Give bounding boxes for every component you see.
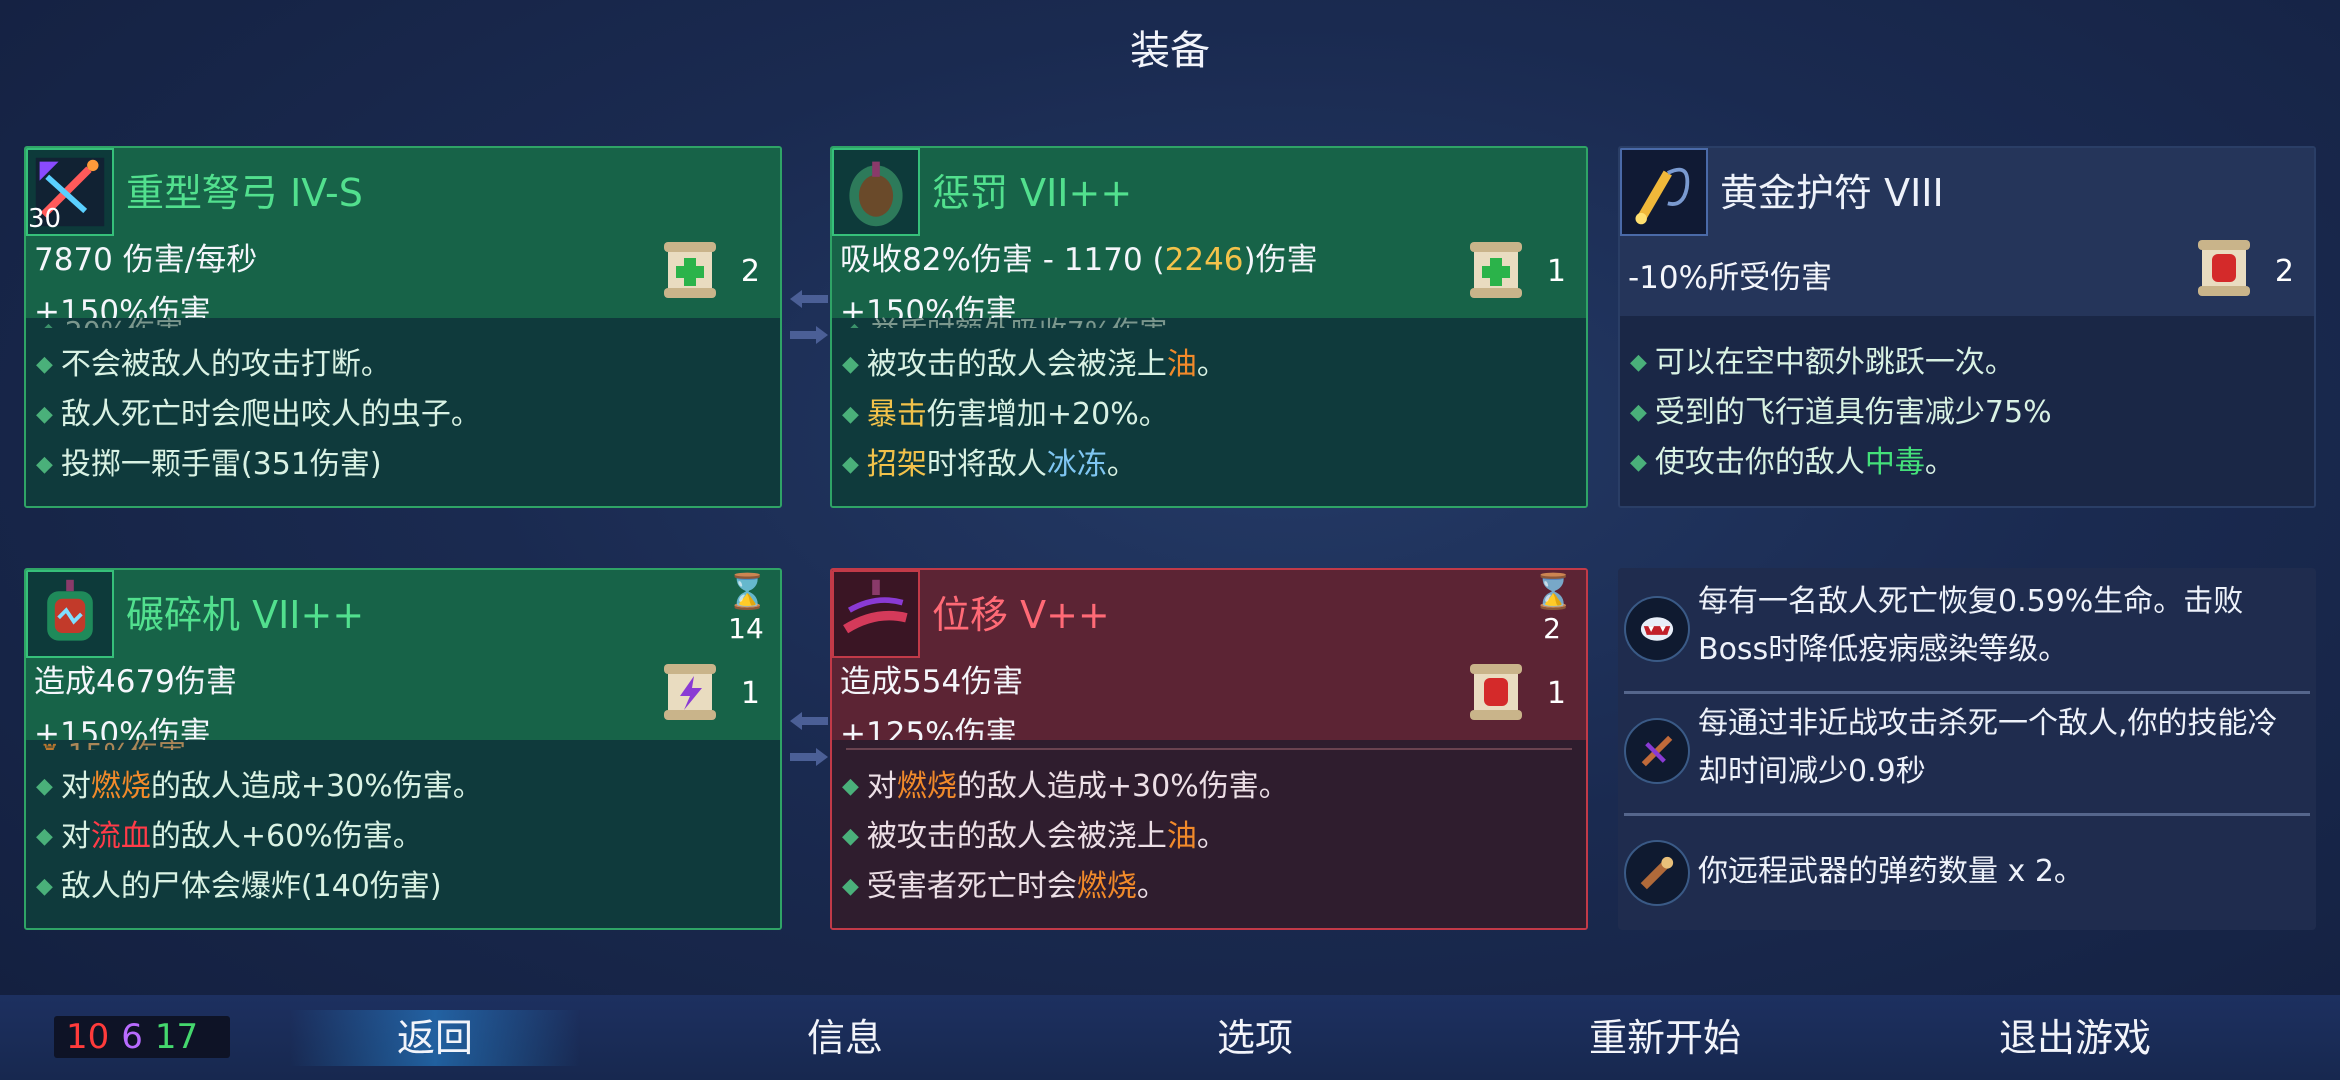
item-effect: ◆ 投掷一颗手雷(351伤害) bbox=[36, 447, 382, 482]
hourglass-icon: ⌛ bbox=[726, 572, 769, 612]
scroll-red-icon bbox=[1470, 664, 1522, 720]
scroll-count: 2 bbox=[2274, 254, 2294, 289]
item-effect: ◆ 招架时将敌人冰冻。 bbox=[842, 447, 1137, 482]
item-effect: ◆ 可以在空中额外跳跃一次。 bbox=[1630, 345, 2015, 380]
item-name: 位移 V++ bbox=[932, 593, 1110, 637]
clipped-effect: ♜15%伤害 bbox=[40, 732, 186, 750]
arrow-left-icon bbox=[790, 290, 828, 308]
shield-card-punishment[interactable]: 惩罚 VII++ 吸收82%伤害 - 1170 (2246)伤害 +150%伤害… bbox=[830, 146, 1588, 508]
mutation-item[interactable]: 你远程武器的弹药数量 x 2。 bbox=[1618, 820, 2316, 920]
skill-card-phaser[interactable]: 位移 V++ ⌛ 2 造成554伤害 +125%伤害 1 ◆ 对燃烧的敌人造成+30… bbox=[830, 568, 1588, 930]
mutation-text: 每通过非近战攻击杀死一个敌人,你的技能冷却时间减少0.9秒 bbox=[1698, 706, 2278, 789]
item-name: 黄金护符 VIII bbox=[1720, 171, 1944, 215]
arrow-right-icon bbox=[790, 326, 828, 344]
mutation-item[interactable]: 每有一名敌人死亡恢复0.59%生命。击败Boss时降低疫病感染等级。 bbox=[1618, 576, 2316, 686]
item-effect: ◆ 使攻击你的敌人中毒。 bbox=[1630, 445, 1955, 480]
survival-count: 17 bbox=[154, 1017, 199, 1057]
divider bbox=[1624, 813, 2310, 816]
amulet-card-golden[interactable]: 黄金护符 VIII -10%所受伤害 2 ◆ 可以在空中额外跳跃一次。 ◆ 受到的飞… bbox=[1618, 146, 2316, 508]
scroll-green-icon bbox=[664, 242, 716, 298]
scroll-count: 1 bbox=[1546, 676, 1566, 711]
cooldown: ⌛ 2 bbox=[1532, 572, 1575, 645]
swap-arrows[interactable] bbox=[790, 290, 830, 362]
weapon-card-heavy-crossbow[interactable]: 30 重型弩弓 IV-S 7870 伤害/每秒 +150%伤害 2 ◆20%伤害… bbox=[24, 146, 782, 508]
item-effect: ◆ 暴击伤害增加+20%。 bbox=[842, 397, 1169, 432]
item-name: 碾碎机 VII++ bbox=[126, 593, 365, 637]
quit-button[interactable]: 退出游戏 bbox=[1930, 1010, 2220, 1066]
item-effect: ◆ 受害者死亡时会燃烧。 bbox=[842, 869, 1167, 904]
item-effect: ◆ 受到的飞行道具伤害减少75% bbox=[1630, 395, 2052, 430]
item-effect: ◆ 敌人的尸体会爆炸(140伤害) bbox=[36, 869, 442, 904]
item-name: 惩罚 VII++ bbox=[932, 171, 1133, 215]
clipped-effect: ◆举盾时额外吸收7%伤害。 bbox=[846, 310, 1195, 328]
scroll-green-icon bbox=[1470, 242, 1522, 298]
info-button[interactable]: 信息 bbox=[700, 1010, 990, 1066]
scroll-purple-icon bbox=[664, 664, 716, 720]
item-stat-dps: 7870 伤害/每秒 bbox=[34, 242, 258, 278]
swap-arrows[interactable] bbox=[790, 712, 830, 784]
brutality-count: 10 bbox=[66, 1017, 110, 1057]
scroll-red-icon bbox=[2198, 240, 2250, 296]
scroll-stat-counters: 10 6 17 bbox=[54, 1016, 230, 1058]
arrow-right-icon bbox=[790, 748, 828, 766]
back-button[interactable]: 返回 bbox=[290, 1010, 580, 1066]
arrow-left-icon bbox=[790, 712, 828, 730]
crusher-icon bbox=[26, 570, 114, 658]
ammo-count: 30 bbox=[28, 204, 62, 234]
cooldown: ⌛ 14 bbox=[726, 572, 769, 645]
shield-icon bbox=[832, 148, 920, 236]
item-stat-damage: 造成4679伤害 bbox=[34, 664, 237, 700]
item-stat-defense: -10%所受伤害 bbox=[1628, 260, 1833, 296]
item-effect: ◆ 被攻击的敌人会被浇上油。 bbox=[842, 819, 1227, 854]
item-effect: ◆ 对流血的敌人+60%伤害。 bbox=[36, 819, 423, 854]
hourglass-icon: ⌛ bbox=[1532, 572, 1575, 612]
clipped-effect: ◆20%伤害 bbox=[40, 310, 183, 328]
item-effect: ◆ 不会被敌人的攻击打断。 bbox=[36, 347, 391, 382]
restart-button[interactable]: 重新开始 bbox=[1520, 1010, 1810, 1066]
item-effect: ◆ 对燃烧的敌人造成+30%伤害。 bbox=[36, 769, 483, 804]
mutation-text: 你远程武器的弹药数量 x 2。 bbox=[1698, 854, 2084, 889]
bow-blade-icon bbox=[1624, 718, 1690, 784]
item-effect: ◆ 被攻击的敌人会被浇上油。 bbox=[842, 347, 1227, 382]
item-effect: ◆ 敌人死亡时会爬出咬人的虫子。 bbox=[36, 397, 481, 432]
item-stat-damage: 造成554伤害 bbox=[840, 664, 1024, 700]
amulet-icon bbox=[1620, 148, 1708, 236]
item-effect: ◆ 对燃烧的敌人造成+30%伤害。 bbox=[842, 769, 1289, 804]
scroll-count: 1 bbox=[1546, 254, 1566, 289]
item-name: 重型弩弓 IV-S bbox=[126, 171, 363, 215]
page-title: 装备 bbox=[1130, 28, 1210, 74]
phase-icon bbox=[832, 570, 920, 658]
ammo-icon bbox=[1624, 840, 1690, 906]
vampire-mouth-icon bbox=[1624, 596, 1690, 662]
scroll-count: 2 bbox=[740, 254, 760, 289]
mutation-text: 每有一名敌人死亡恢复0.59%生命。击败Boss时降低疫病感染等级。 bbox=[1698, 584, 2244, 667]
options-button[interactable]: 选项 bbox=[1110, 1010, 1400, 1066]
mutations-panel: 每有一名敌人死亡恢复0.59%生命。击败Boss时降低疫病感染等级。 每通过非近… bbox=[1618, 568, 2316, 930]
tactics-count: 6 bbox=[121, 1017, 143, 1057]
divider bbox=[1624, 691, 2310, 694]
item-stat-block: 吸收82%伤害 - 1170 (2246)伤害 bbox=[840, 242, 1318, 278]
scroll-count: 1 bbox=[740, 676, 760, 711]
skill-card-crusher[interactable]: 碾碎机 VII++ ⌛14 造成4679伤害 +150%伤害 1 ♜15%伤害 … bbox=[24, 568, 782, 930]
divider bbox=[846, 748, 1572, 750]
mutation-item[interactable]: 每通过非近战攻击杀死一个敌人,你的技能冷却时间减少0.9秒 bbox=[1618, 698, 2316, 808]
